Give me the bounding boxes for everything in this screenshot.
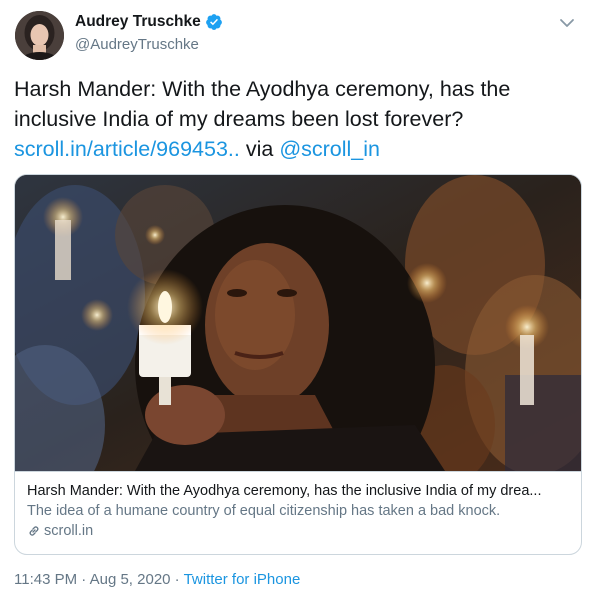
card-body[interactable]: Harsh Mander: With the Ayodhya ceremony,… (15, 471, 581, 554)
avatar-image (15, 11, 64, 60)
tweet-time[interactable]: 11:43 PM (14, 571, 77, 588)
meta-separator: · (77, 571, 90, 588)
link-card[interactable]: Harsh Mander: With the Ayodhya ceremony,… (14, 174, 582, 555)
card-domain: scroll.in (44, 523, 94, 539)
meta-separator-2: · (170, 571, 184, 588)
author-name-row[interactable]: Audrey Truschke (75, 13, 223, 31)
avatar[interactable] (15, 11, 64, 60)
card-image[interactable] (15, 175, 581, 471)
verified-badge-icon (205, 13, 223, 31)
link-icon (27, 524, 41, 538)
chevron-down-icon[interactable] (558, 16, 576, 30)
tweet-source[interactable]: Twitter for iPhone (184, 571, 301, 588)
tweet-mention[interactable]: @scroll_in (279, 137, 380, 161)
tweet-via: via (239, 137, 280, 161)
author-handle[interactable]: @AudreyTruschke (75, 36, 199, 53)
tweet-date[interactable]: Aug 5, 2020 (90, 571, 171, 588)
card-description: The idea of a humane country of equal ci… (27, 503, 501, 519)
card-domain-row: scroll.in (27, 521, 569, 541)
author-display-name[interactable]: Audrey Truschke (75, 13, 201, 31)
tweet-link[interactable]: scroll.in/article/969453.. (14, 137, 240, 161)
tweet-body: Harsh Mander: With the Ayodhya ceremony,… (14, 77, 511, 131)
tweet-text: Harsh Mander: With the Ayodhya ceremony,… (14, 74, 574, 164)
card-title: Harsh Mander: With the Ayodhya ceremony,… (27, 483, 542, 499)
tweet-meta: 11:43 PM · Aug 5, 2020 · Twitter for iPh… (14, 571, 300, 588)
